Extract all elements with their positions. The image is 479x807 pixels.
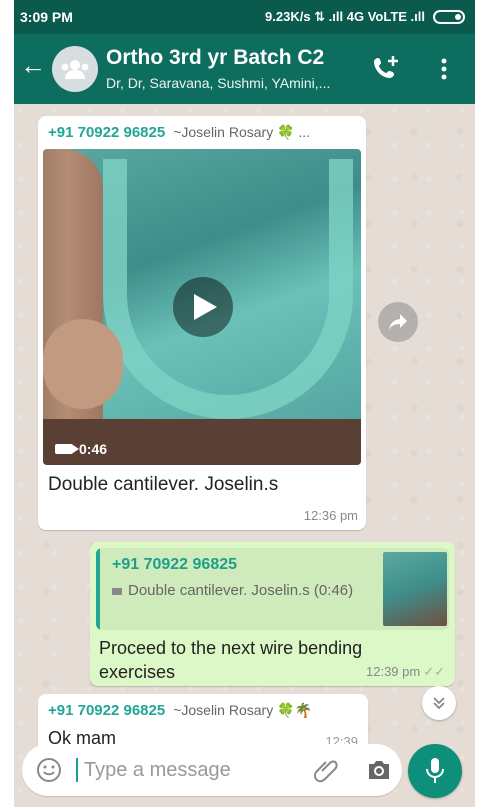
text-cursor xyxy=(76,758,78,782)
double-chevron-down-icon xyxy=(433,697,445,710)
dental-model xyxy=(103,159,353,419)
quoted-thumbnail xyxy=(383,552,447,626)
video-thumbnail[interactable]: 0:46 xyxy=(43,149,361,465)
quote-bar xyxy=(96,548,100,630)
scroll-to-bottom-button[interactable] xyxy=(422,686,456,720)
group-icon xyxy=(61,60,89,79)
video-caption: Double cantilever. Joselin.s xyxy=(48,474,279,495)
status-indicators: 9.23K/s ⇅ .ıll 4G VoLTE .ıll xyxy=(265,9,465,25)
status-bar: 3:09 PM 9.23K/s ⇅ .ıll 4G VoLTE .ıll xyxy=(14,0,475,34)
message-sender: +91 70922 96825 ~Joselin Rosary 🍀 ... xyxy=(48,124,310,141)
app-frame: 3:09 PM 9.23K/s ⇅ .ıll 4G VoLTE .ıll ← O… xyxy=(14,0,475,807)
message-time: 12:36 pm xyxy=(303,508,358,523)
quoted-message[interactable]: +91 70922 96825 Double cantilever. Josel… xyxy=(96,548,449,630)
video-duration: 0:46 xyxy=(55,441,107,457)
message-input[interactable] xyxy=(84,754,284,786)
group-avatar[interactable] xyxy=(52,46,98,92)
message-time-text: 12:39 pm xyxy=(366,664,421,679)
incoming-video-message[interactable]: +91 70922 96825 ~Joselin Rosary 🍀 ... 0:4… xyxy=(38,116,366,530)
chat-title[interactable]: Ortho 3rd yr Batch C2 xyxy=(106,46,324,70)
network-status: 9.23K/s ⇅ .ıll 4G VoLTE .ıll xyxy=(265,9,425,24)
message-sender: +91 70922 96825 ~Joselin Rosary 🍀🌴 xyxy=(48,702,312,719)
message-composer xyxy=(22,744,402,796)
quoted-sender: +91 70922 96825 xyxy=(112,556,238,573)
sender-name: ~Joselin Rosary 🍀 ... xyxy=(173,124,311,140)
outgoing-reply-message[interactable]: +91 70922 96825 Double cantilever. Josel… xyxy=(90,542,455,686)
forward-icon xyxy=(389,314,407,330)
quoted-text: Double cantilever. Joselin.s (0:46) xyxy=(112,580,382,602)
sender-number[interactable]: +91 70922 96825 xyxy=(48,124,165,141)
forward-button[interactable] xyxy=(378,302,418,342)
sender-name: ~Joselin Rosary 🍀🌴 xyxy=(173,702,312,718)
message-list[interactable]: +91 70922 96825 ~Joselin Rosary 🍀 ... 0:4… xyxy=(14,104,475,807)
read-ticks-icon: ✓✓ xyxy=(423,664,445,679)
camera-icon[interactable] xyxy=(366,758,392,782)
more-options-icon[interactable] xyxy=(434,54,454,84)
video-camera-icon xyxy=(55,444,79,454)
emoji-icon[interactable] xyxy=(36,757,62,783)
add-call-icon[interactable] xyxy=(372,54,402,84)
microphone-icon xyxy=(426,758,444,783)
play-icon xyxy=(194,294,217,320)
thumb xyxy=(43,319,123,409)
play-button[interactable] xyxy=(173,277,233,337)
paperclip-icon[interactable] xyxy=(314,757,340,783)
chat-members[interactable]: Dr, Dr, Saravana, Sushmi, YAmini,... xyxy=(106,75,330,91)
status-time: 3:09 PM xyxy=(20,9,73,25)
hand xyxy=(43,149,103,465)
duration-text: 0:46 xyxy=(79,441,108,457)
message-time: 12:39 pm ✓✓ xyxy=(366,664,445,680)
quoted-caption: Double cantilever. Joselin.s (0:46) xyxy=(128,582,354,599)
reply-text: Proceed to the next wire bending exercis… xyxy=(99,638,363,682)
video-camera-icon xyxy=(112,587,122,595)
arrow-left-icon[interactable]: ← xyxy=(20,50,46,80)
battery-icon xyxy=(433,10,465,24)
chat-header[interactable]: ← Ortho 3rd yr Batch C2 Dr, Dr, Saravana… xyxy=(14,34,475,104)
voice-record-button[interactable] xyxy=(408,744,462,798)
sender-number[interactable]: +91 70922 96825 xyxy=(48,702,165,719)
